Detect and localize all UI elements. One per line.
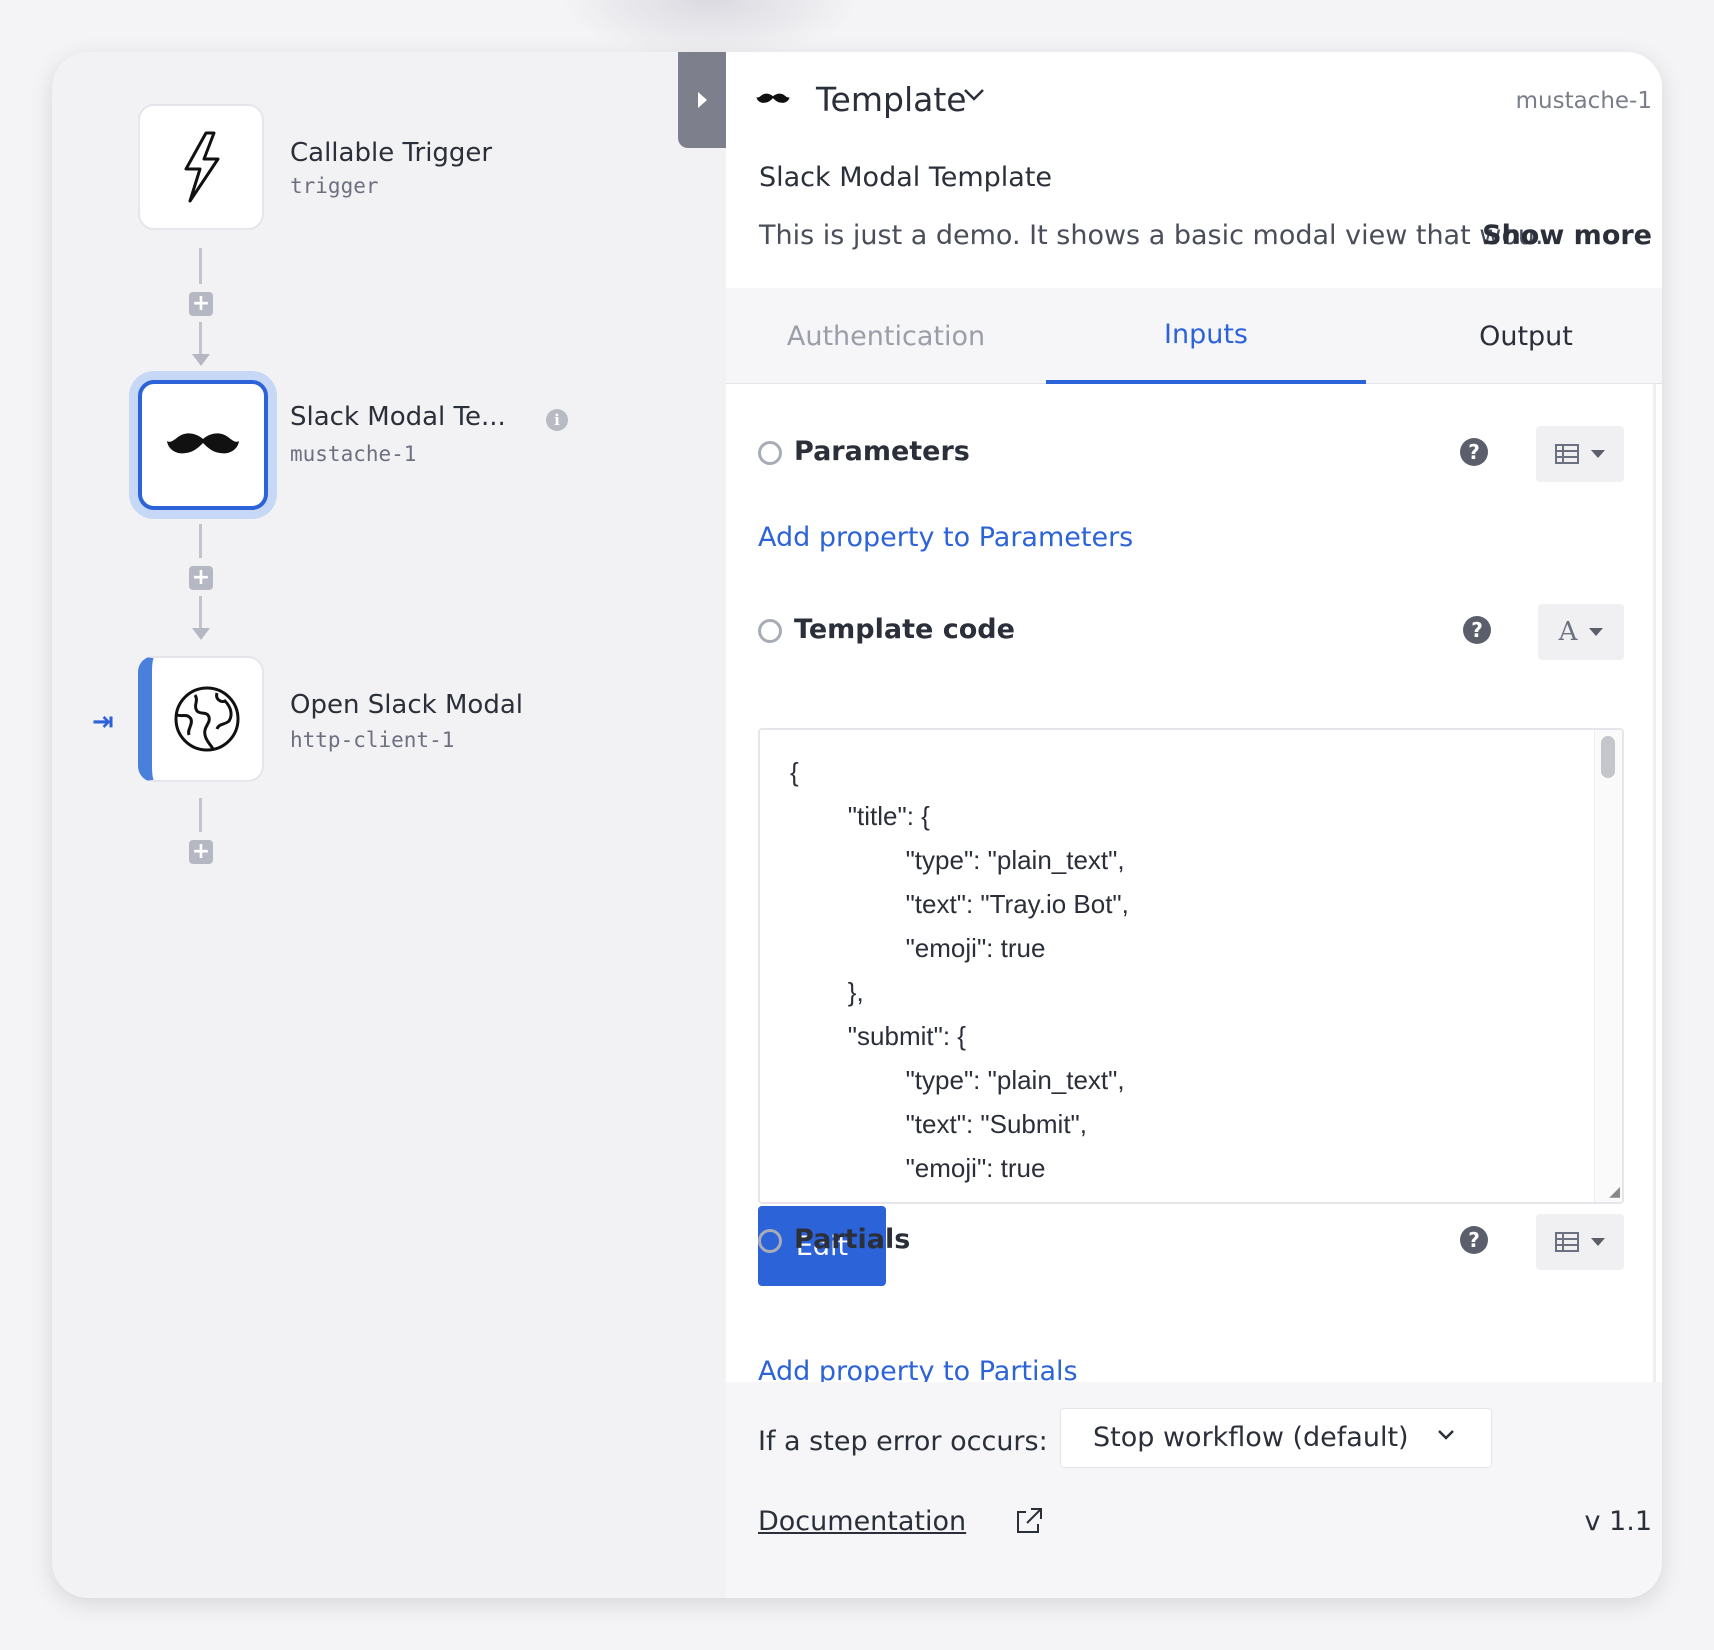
step-title: Slack Modal Te... bbox=[290, 402, 506, 432]
text-type-glyph: A bbox=[1558, 617, 1578, 647]
collapse-panel-button[interactable] bbox=[678, 52, 726, 148]
chevron-down-icon[interactable] bbox=[963, 88, 985, 102]
field-label: Partials bbox=[794, 1224, 911, 1255]
resize-handle-icon[interactable]: ◢ bbox=[1609, 1184, 1620, 1200]
external-link-icon[interactable] bbox=[1014, 1506, 1044, 1536]
help-icon[interactable]: ? bbox=[1460, 1226, 1488, 1254]
add-step-plus-icon[interactable]: + bbox=[189, 566, 213, 590]
connector-line bbox=[199, 524, 202, 558]
workflow-canvas: Callable Trigger trigger + Slack Modal T… bbox=[52, 52, 726, 1598]
workflow-card: Callable Trigger trigger + Slack Modal T… bbox=[52, 52, 1662, 1598]
connector-line bbox=[199, 596, 202, 630]
error-handling-value: Stop workflow (default) bbox=[1093, 1422, 1409, 1453]
step-node-http-client[interactable] bbox=[138, 656, 264, 782]
table-icon bbox=[1555, 444, 1579, 464]
step-node-trigger[interactable] bbox=[138, 104, 264, 230]
field-template-code: Template code ? A bbox=[758, 604, 1628, 660]
error-handling-label: If a step error occurs: bbox=[758, 1426, 1048, 1457]
table-icon bbox=[1555, 1232, 1579, 1252]
properties-panel: Template mustache-1 Slack Modal Template… bbox=[726, 52, 1662, 1598]
caret-down-icon bbox=[1591, 450, 1605, 458]
template-code-text: { "title": { "type": "plain_text", "text… bbox=[790, 757, 1129, 1202]
step-entry-icon: ⇥ bbox=[92, 707, 114, 737]
help-icon[interactable]: ? bbox=[1460, 438, 1488, 466]
info-icon[interactable]: i bbox=[546, 409, 568, 431]
radio-button[interactable] bbox=[758, 1229, 782, 1253]
step-title: Open Slack Modal bbox=[290, 690, 523, 720]
step-description: This is just a demo. It shows a basic mo… bbox=[759, 220, 1561, 251]
add-property-parameters-link[interactable]: Add property to Parameters bbox=[758, 522, 1133, 553]
scrollbar[interactable] bbox=[1594, 730, 1622, 1202]
connector-line bbox=[199, 322, 202, 356]
inputs-body: Parameters ? Add property to Parameters … bbox=[726, 384, 1662, 1382]
step-name[interactable]: Slack Modal Template bbox=[759, 162, 1052, 193]
connector-type-dropdown[interactable]: Template bbox=[816, 80, 967, 119]
caret-down-icon bbox=[1591, 1238, 1605, 1246]
globe-icon bbox=[174, 686, 240, 752]
documentation-link[interactable]: Documentation bbox=[758, 1506, 966, 1537]
step-id: mustache-1 bbox=[1515, 88, 1652, 114]
step-subtitle: trigger bbox=[290, 174, 379, 198]
field-parameters: Parameters ? bbox=[758, 426, 1628, 482]
field-type-dropdown[interactable]: A bbox=[1538, 604, 1624, 660]
add-step-plus-icon[interactable]: + bbox=[189, 292, 213, 316]
connector-line bbox=[199, 248, 202, 284]
field-type-dropdown[interactable] bbox=[1536, 426, 1624, 482]
field-partials: Partials ? bbox=[758, 1214, 1628, 1270]
help-icon[interactable]: ? bbox=[1463, 616, 1491, 644]
background-glow bbox=[560, 0, 860, 60]
lightning-icon bbox=[184, 131, 220, 203]
field-label: Template code bbox=[794, 614, 1015, 645]
radio-button[interactable] bbox=[758, 441, 782, 465]
arrow-down-icon bbox=[192, 628, 210, 640]
step-node-template[interactable] bbox=[138, 380, 268, 510]
connector-line bbox=[199, 798, 202, 832]
panel-footer: If a step error occurs: Stop workflow (d… bbox=[726, 1382, 1662, 1598]
field-label: Parameters bbox=[794, 436, 970, 467]
chevron-down-icon bbox=[1438, 1430, 1454, 1440]
scrollbar-thumb[interactable] bbox=[1601, 736, 1615, 778]
mustache-icon bbox=[756, 93, 790, 103]
tab-authentication[interactable]: Authentication bbox=[726, 288, 1046, 384]
tab-inputs[interactable]: Inputs bbox=[1046, 288, 1366, 384]
panel-scrollbar[interactable] bbox=[1653, 384, 1656, 1382]
mustache-icon bbox=[167, 433, 239, 454]
panel-tabs: Authentication Inputs Output bbox=[726, 288, 1662, 384]
arrow-down-icon bbox=[192, 354, 210, 366]
panel-header: Template mustache-1 Slack Modal Template… bbox=[726, 52, 1662, 288]
add-step-plus-icon[interactable]: + bbox=[189, 840, 213, 864]
step-subtitle: http-client-1 bbox=[290, 728, 455, 752]
tab-output[interactable]: Output bbox=[1366, 288, 1662, 384]
show-more-link[interactable]: Show more bbox=[1482, 220, 1652, 251]
radio-button[interactable] bbox=[758, 619, 782, 643]
field-type-dropdown[interactable] bbox=[1536, 1214, 1624, 1270]
step-title: Callable Trigger bbox=[290, 138, 493, 168]
add-property-partials-link[interactable]: Add property to Partials bbox=[758, 1356, 1078, 1382]
step-subtitle: mustache-1 bbox=[290, 442, 417, 466]
template-code-editor[interactable]: { "title": { "type": "plain_text", "text… bbox=[758, 728, 1624, 1204]
connector-version: v 1.1 bbox=[1584, 1506, 1653, 1537]
caret-down-icon bbox=[1589, 628, 1604, 636]
caret-right-icon bbox=[697, 92, 707, 108]
error-handling-select[interactable]: Stop workflow (default) bbox=[1060, 1408, 1492, 1468]
